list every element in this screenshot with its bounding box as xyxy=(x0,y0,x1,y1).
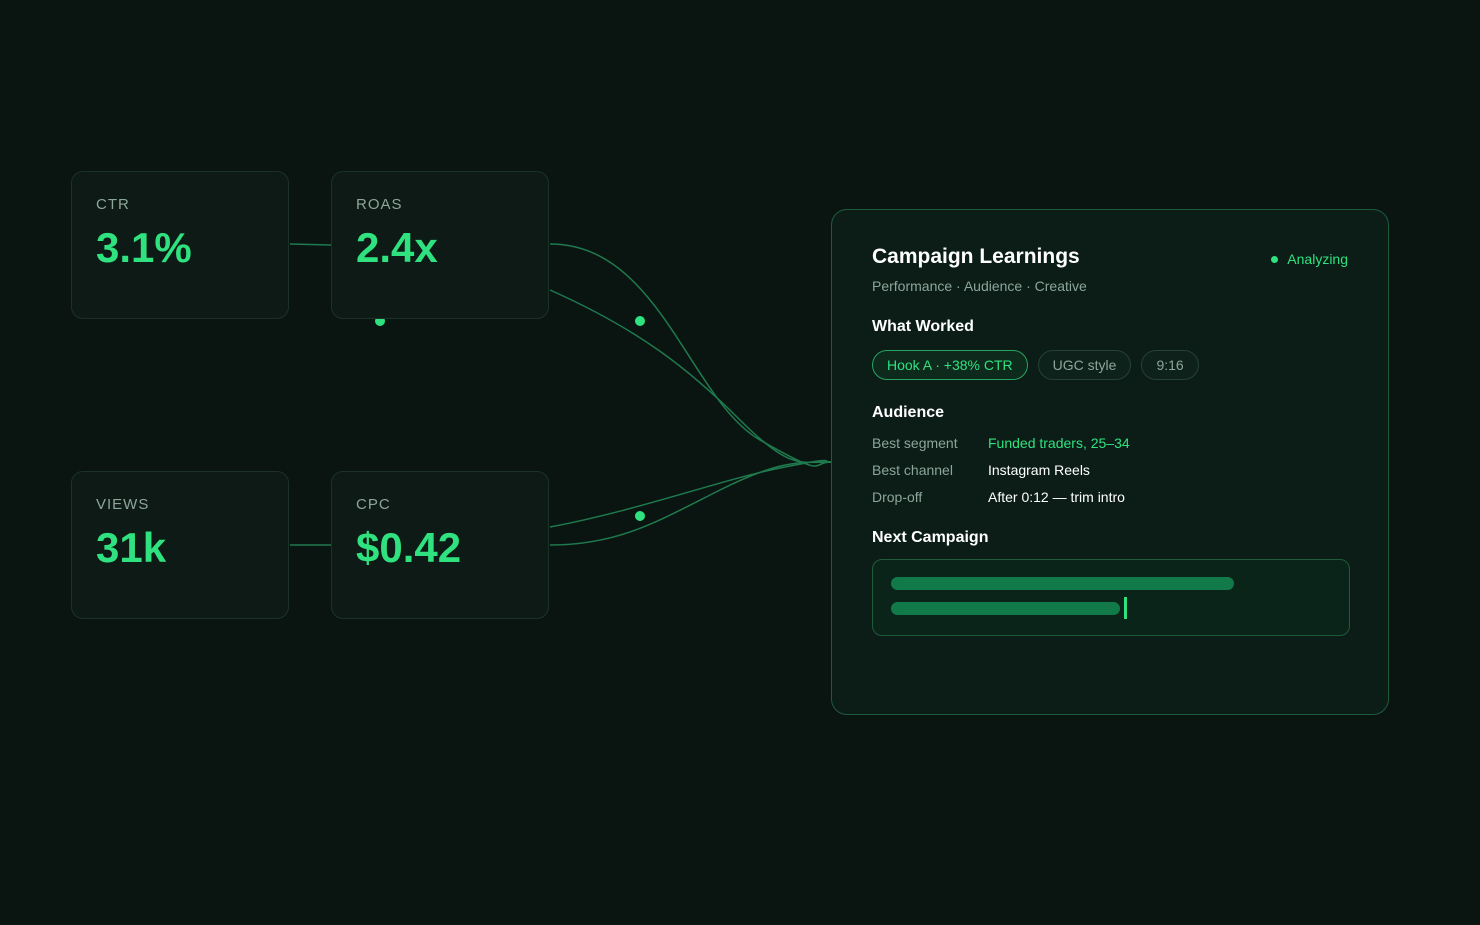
campaign-learnings-panel: Campaign Learnings Performance · Audienc… xyxy=(831,209,1389,715)
metric-card-roas: ROAS 2.4x xyxy=(331,171,549,319)
metric-label: ROAS xyxy=(356,196,403,213)
connector-cpc-panel-upper xyxy=(549,459,832,528)
next-campaign-input[interactable] xyxy=(872,559,1350,636)
panel-subtitle: Performance · Audience · Creative xyxy=(872,278,1087,294)
metric-card-ctr: CTR 3.1% xyxy=(71,171,289,319)
audience-row-segment: Best segment Funded traders, 25–34 xyxy=(872,435,1130,451)
metric-value: 3.1% xyxy=(96,224,192,271)
text-placeholder-line xyxy=(891,602,1120,615)
audience-row-channel: Best channel Instagram Reels xyxy=(872,462,1090,478)
metric-value: $0.42 xyxy=(356,524,462,571)
text-caret xyxy=(1124,597,1127,619)
panel-title: Campaign Learnings xyxy=(872,245,1080,268)
audience-key: Drop-off xyxy=(872,489,923,505)
audience-value: Funded traders, 25–34 xyxy=(988,435,1130,451)
what-worked-chips: Hook A · +38% CTR UGC style 9:16 xyxy=(872,350,1209,380)
audience-key: Best channel xyxy=(872,462,953,478)
audience-value: Instagram Reels xyxy=(988,462,1090,478)
chip-ugc-style[interactable]: UGC style xyxy=(1037,350,1132,380)
section-heading-audience: Audience xyxy=(872,404,945,421)
audience-key: Best segment xyxy=(872,435,958,451)
metric-label: VIEWS xyxy=(96,496,150,513)
audience-row-dropoff: Drop-off After 0:12 — trim intro xyxy=(872,489,1125,505)
audience-value: After 0:12 — trim intro xyxy=(988,489,1125,505)
connector-roas-panel-lower xyxy=(549,289,832,464)
flow-dot-upper xyxy=(635,316,645,326)
metric-value: 2.4x xyxy=(356,224,438,271)
metric-card-views: VIEWS 31k xyxy=(71,471,289,619)
status-badge: Analyzing xyxy=(1271,251,1348,267)
connector-cpc-panel-lower xyxy=(549,461,832,546)
flow-dot-lower xyxy=(635,511,645,521)
text-placeholder-line xyxy=(891,577,1234,590)
status-dot-icon xyxy=(1271,255,1279,263)
chip-hook[interactable]: Hook A · +38% CTR xyxy=(872,350,1028,380)
connector-ctr-roas xyxy=(289,243,332,246)
status-text: Analyzing xyxy=(1287,251,1348,267)
metric-label: CPC xyxy=(356,496,391,513)
metric-value: 31k xyxy=(96,524,167,571)
metric-label: CTR xyxy=(96,196,130,213)
learning-flow-canvas: CTR 3.1% ROAS 2.4x VIEWS 31k CPC $0.42 C… xyxy=(0,0,1480,925)
connector-roas-panel-upper xyxy=(549,243,832,467)
section-heading-what-worked: What Worked xyxy=(872,318,974,335)
section-heading-next-campaign: Next Campaign xyxy=(872,529,989,546)
chip-aspect-ratio[interactable]: 9:16 xyxy=(1141,350,1199,380)
metric-card-cpc: CPC $0.42 xyxy=(331,471,549,619)
